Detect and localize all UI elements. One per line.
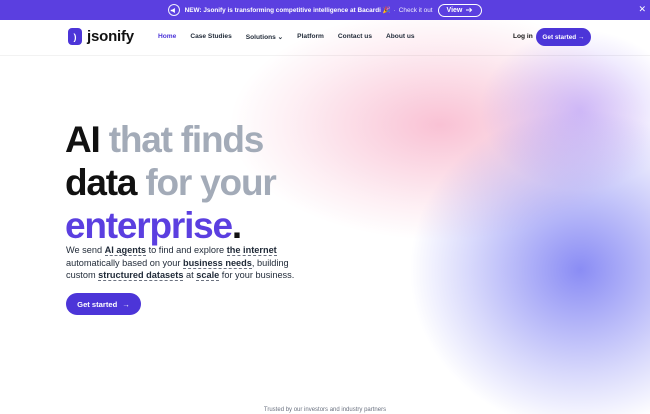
sub-text: automatically based on your: [66, 257, 183, 268]
sub-highlight-ai-agents: AI agents: [104, 245, 147, 256]
sub-text: at: [183, 270, 197, 281]
login-link[interactable]: Log in: [513, 33, 533, 40]
get-started-nav-label: Get started: [542, 33, 577, 41]
arrow-right-icon: →: [578, 33, 585, 41]
top-navigation: ) jsonify Home Case Studies Solutions ⌄ …: [0, 20, 650, 56]
announcement-bar: NEW: Jsonify is transforming competitive…: [0, 0, 650, 20]
nav-item-case-studies[interactable]: Case Studies: [190, 33, 231, 41]
sub-highlight-scale: scale: [196, 270, 220, 282]
sub-text: We send: [66, 245, 105, 255]
sub-text: , building: [251, 257, 289, 268]
megaphone-icon: [167, 4, 180, 16]
sub-text: to find and explore: [146, 245, 227, 255]
announcement-message: NEW: Jsonify is transforming competitive…: [184, 7, 391, 14]
close-icon[interactable]: ✕: [638, 4, 646, 15]
nav-item-about-us[interactable]: About us: [386, 33, 415, 41]
headline-ai: AI: [65, 119, 101, 160]
nav-item-solutions-label: Solutions: [245, 34, 276, 41]
hero-headline: AI that finds data for your enterprise.: [65, 118, 277, 247]
hero-subtitle: We send AI agents to find and explore th…: [66, 244, 306, 282]
arrow-right-icon: [466, 7, 473, 13]
headline-for-your: for your: [145, 162, 276, 203]
sub-highlight-the-internet: the internet: [226, 245, 277, 256]
announcement-check-text: Check it out: [398, 6, 433, 14]
logo-text: jsonify: [87, 28, 134, 45]
headline-data: data: [65, 162, 137, 203]
logo[interactable]: ) jsonify: [68, 28, 134, 45]
sub-highlight-business-needs: business needs: [182, 257, 252, 269]
headline-period: .: [231, 205, 242, 246]
get-started-hero-label: Get started: [77, 299, 118, 309]
view-button-label: View: [446, 6, 463, 14]
get-started-hero-button[interactable]: Get started →: [66, 293, 141, 315]
logo-mark-icon: ): [68, 28, 82, 45]
get-started-nav-button[interactable]: Get started →: [536, 28, 591, 46]
sub-highlight-structured-datasets: structured datasets: [98, 270, 184, 282]
main-menu: Home Case Studies Solutions ⌄ Platform C…: [158, 33, 429, 41]
trusted-by-text: Trusted by our investors and industry pa…: [263, 407, 387, 413]
headline-enterprise: enterprise: [65, 205, 233, 246]
sub-text: for your business.: [219, 270, 295, 281]
headline-that-finds: that finds: [108, 119, 265, 160]
nav-item-platform[interactable]: Platform: [297, 33, 324, 41]
view-button[interactable]: View: [437, 3, 483, 17]
sub-text: custom: [66, 270, 99, 281]
nav-item-solutions[interactable]: Solutions ⌄: [246, 33, 283, 41]
announcement-separator: ·: [393, 6, 396, 14]
nav-item-contact-us[interactable]: Contact us: [338, 33, 372, 41]
nav-item-home[interactable]: Home: [158, 33, 176, 41]
chevron-down-icon: ⌄: [277, 34, 284, 41]
arrow-right-icon: →: [122, 299, 130, 309]
